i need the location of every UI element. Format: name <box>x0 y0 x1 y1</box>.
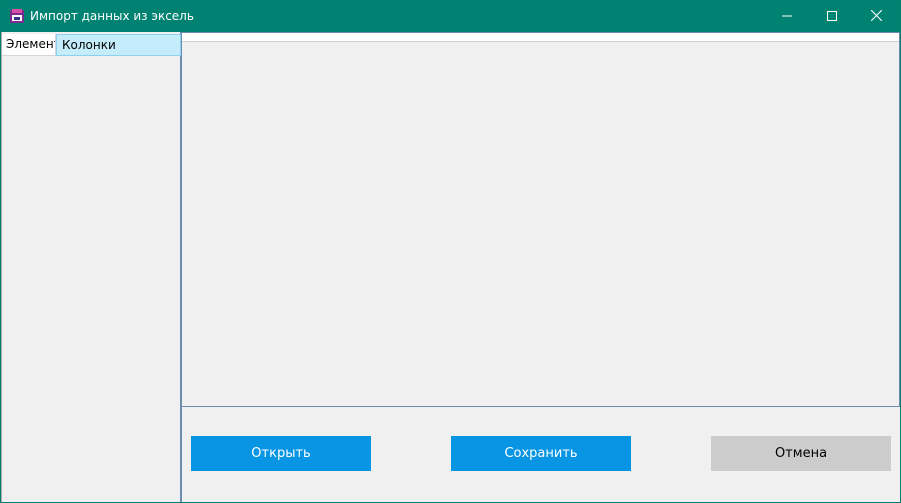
preview-panel[interactable] <box>181 32 900 407</box>
title-bar[interactable]: Импорт данных из эксель <box>1 1 900 32</box>
column-header-element[interactable]: Элемент <box>2 34 56 56</box>
close-button[interactable] <box>854 1 899 32</box>
column-header-columns[interactable]: Колонки <box>56 34 181 56</box>
minimize-button[interactable] <box>764 1 809 32</box>
app-icon <box>9 8 25 24</box>
main-window: Импорт данных из эксель Элемент Колонки … <box>0 0 901 503</box>
minimize-icon <box>781 10 792 24</box>
cancel-button[interactable]: Отмена <box>711 436 891 471</box>
close-icon <box>870 9 883 24</box>
open-button[interactable]: Открыть <box>191 436 371 471</box>
window-title: Импорт данных из эксель <box>30 9 194 23</box>
elements-list-view[interactable]: Элемент Колонки <box>1 32 181 502</box>
save-button[interactable]: Сохранить <box>451 436 631 471</box>
button-bar: Открыть Сохранить Отмена <box>181 407 900 502</box>
list-view-header: Элемент Колонки <box>2 34 181 56</box>
preview-panel-header <box>182 33 899 42</box>
maximize-icon <box>826 10 837 24</box>
maximize-button[interactable] <box>809 1 854 32</box>
